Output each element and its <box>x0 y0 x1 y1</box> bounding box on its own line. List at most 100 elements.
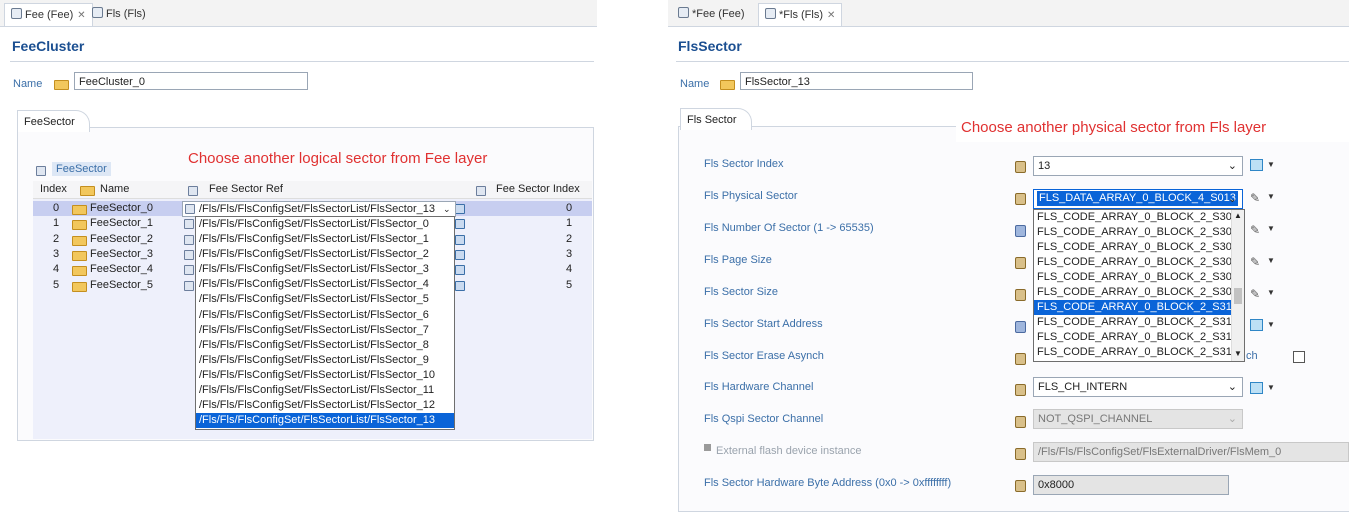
chevron-down-icon[interactable]: ▼ <box>1267 256 1275 265</box>
dropdown-option[interactable]: /Fls/Fls/FlsConfigSet/FlsSectorList/FlsS… <box>196 247 454 262</box>
field-label: Fls Physical Sector <box>704 190 798 202</box>
physical-sector-combo[interactable]: FLS_DATA_ARRAY_0_BLOCK_4_S013 ⌄ <box>1033 189 1243 209</box>
row-sector-index[interactable]: 1 <box>566 217 572 229</box>
row-sector-index[interactable]: 4 <box>566 263 572 275</box>
chevron-down-icon[interactable]: ⌄ <box>1228 190 1237 208</box>
field-label: Fls Number Of Sector (1 -> 65535) <box>704 222 874 234</box>
module-icon <box>765 8 776 19</box>
external-flash-value: /Fls/Fls/FlsConfigSet/FlsExternalDriver/… <box>1038 446 1282 458</box>
dropdown-option[interactable]: FLS_CODE_ARRAY_0_BLOCK_2_S312 <box>1034 330 1238 345</box>
byte-address-value: 0x8000 <box>1038 479 1075 491</box>
tab-fls[interactable]: Fls (Fls) <box>86 3 152 25</box>
reference-icon <box>184 219 194 230</box>
scroll-down-arrow[interactable]: ▼ <box>1234 349 1242 358</box>
chevron-down-icon[interactable]: ▼ <box>1267 160 1275 169</box>
dropdown-option[interactable]: /Fls/Fls/FlsConfigSet/FlsSectorList/FlsS… <box>196 338 454 353</box>
dropdown-option[interactable]: FLS_CODE_ARRAY_0_BLOCK_2_S304 <box>1034 210 1238 225</box>
number-edit-icon[interactable] <box>455 219 465 230</box>
row-name[interactable]: FeeSector_2 <box>90 233 153 245</box>
module-icon <box>678 7 689 18</box>
tab-fee[interactable]: Fee (Fee) ✕ <box>4 3 93 26</box>
row-name[interactable]: FeeSector_5 <box>90 279 153 291</box>
hardware-channel-combo[interactable]: FLS_CH_INTERN ⌄ <box>1033 377 1243 397</box>
chevron-down-icon[interactable]: ⌄ <box>1228 157 1237 175</box>
dropdown-option[interactable]: /Fls/Fls/FlsConfigSet/FlsSectorList/FlsS… <box>196 292 454 307</box>
byte-address-field[interactable]: 0x8000 <box>1033 475 1229 495</box>
erase-asynch-checkbox[interactable] <box>1293 351 1305 363</box>
dropdown-option[interactable]: FLS_CODE_ARRAY_0_BLOCK_2_S305 <box>1034 225 1238 240</box>
dropdown-option[interactable]: /Fls/Fls/FlsConfigSet/FlsSectorList/FlsS… <box>196 262 454 277</box>
dropdown-option[interactable]: /Fls/Fls/FlsConfigSet/FlsSectorList/FlsS… <box>196 353 454 368</box>
qspi-channel-combo: NOT_QSPI_CHANNEL ⌄ <box>1033 409 1243 429</box>
dropdown-option[interactable]: /Fls/Fls/FlsConfigSet/FlsSectorList/FlsS… <box>196 383 454 398</box>
chevron-down-icon[interactable]: ▼ <box>1267 288 1275 297</box>
field-type-icon <box>1015 289 1026 301</box>
chevron-down-icon[interactable]: ▼ <box>1267 192 1275 201</box>
row-name[interactable]: FeeSector_4 <box>90 263 153 275</box>
number-edit-icon[interactable] <box>455 204 465 214</box>
group-tab-feesector[interactable]: FeeSector <box>17 110 90 132</box>
dropdown-option[interactable]: /Fls/Fls/FlsConfigSet/FlsSectorList/FlsS… <box>196 398 454 413</box>
col-name-header[interactable]: Name <box>100 183 129 195</box>
number-edit-icon[interactable] <box>455 249 465 260</box>
dropdown-option[interactable]: FLS_CODE_ARRAY_0_BLOCK_2_S311 <box>1034 315 1237 330</box>
row-sector-index[interactable]: 2 <box>566 233 572 245</box>
row-name[interactable]: FeeSector_0 <box>90 202 153 214</box>
dropdown-option[interactable]: /Fls/Fls/FlsConfigSet/FlsSectorList/FlsS… <box>196 323 454 338</box>
calc-grid-icon[interactable] <box>1250 382 1263 394</box>
dropdown-option[interactable]: /Fls/Fls/FlsConfigSet/FlsSectorList/FlsS… <box>196 368 454 383</box>
dropdown-option[interactable]: FLS_CODE_ARRAY_0_BLOCK_2_S307 <box>1034 255 1238 270</box>
number-edit-icon[interactable] <box>455 234 465 245</box>
field-label: External flash device instance <box>716 445 862 457</box>
sector-index-combo[interactable]: 13 ⌄ <box>1033 156 1243 176</box>
row-sector-index[interactable]: 3 <box>566 248 572 260</box>
dropdown-option[interactable]: /Fls/Fls/FlsConfigSet/FlsSectorList/FlsS… <box>196 413 454 429</box>
tab-fee[interactable]: *Fee (Fee) <box>672 3 751 25</box>
group-tab-fls-sector[interactable]: Fls Sector <box>680 108 752 130</box>
dropdown-option[interactable]: /Fls/Fls/FlsConfigSet/FlsSectorList/FlsS… <box>196 277 454 292</box>
module-icon <box>92 7 103 18</box>
chevron-down-icon[interactable]: ▼ <box>1267 383 1275 392</box>
tab-fls[interactable]: *Fls (Fls) ✕ <box>758 3 843 26</box>
name-input[interactable]: FlsSector_13 <box>740 72 973 90</box>
dropdown-scrollbar[interactable]: ▲ ▼ <box>1231 210 1244 361</box>
dropdown-option[interactable]: /Fls/Fls/FlsConfigSet/FlsSectorList/FlsS… <box>196 308 454 323</box>
col-index2-header[interactable]: Fee Sector Index <box>496 183 580 195</box>
edit-pencil-icon[interactable]: ✎ <box>1250 223 1260 237</box>
col-index-header[interactable]: Index <box>40 183 67 195</box>
field-label: Fls Sector Size <box>704 286 778 298</box>
close-icon[interactable]: ✕ <box>827 10 835 21</box>
dropdown-option[interactable]: FLS_CODE_ARRAY_0_BLOCK_2_S309 <box>1034 285 1238 300</box>
number-edit-icon[interactable] <box>455 280 465 291</box>
row-name[interactable]: FeeSector_3 <box>90 248 153 260</box>
row-sector-index[interactable]: 0 <box>566 202 572 214</box>
field-label: Fls Sector Hardware Byte Address (0x0 ->… <box>704 477 952 489</box>
number-edit-icon[interactable] <box>455 265 465 276</box>
edit-pencil-icon[interactable]: ✎ <box>1250 255 1260 269</box>
scroll-up-arrow[interactable]: ▲ <box>1234 211 1242 220</box>
dropdown-option[interactable]: /Fls/Fls/FlsConfigSet/FlsSectorList/FlsS… <box>196 217 454 232</box>
field-label: Fls Sector Start Address <box>704 318 823 330</box>
chevron-down-icon[interactable]: ⌄ <box>1228 378 1237 396</box>
close-icon[interactable]: ✕ <box>77 10 85 21</box>
folder-icon <box>72 235 87 246</box>
chevron-down-icon[interactable]: ⌄ <box>443 202 451 216</box>
chevron-down-icon[interactable]: ▼ <box>1267 320 1275 329</box>
row-sector-index[interactable]: 5 <box>566 279 572 291</box>
fee-sector-ref-combo[interactable]: /Fls/Fls/FlsConfigSet/FlsSectorList/FlsS… <box>182 201 456 217</box>
tab-fls-label: *Fls (Fls) <box>779 9 823 21</box>
calc-grid-icon[interactable] <box>1250 319 1263 331</box>
dropdown-option[interactable]: FLS_CODE_ARRAY_0_BLOCK_2_S310 <box>1034 300 1238 315</box>
row-name[interactable]: FeeSector_1 <box>90 217 153 229</box>
scroll-thumb[interactable] <box>1234 288 1242 304</box>
edit-pencil-icon[interactable]: ✎ <box>1250 287 1260 301</box>
dropdown-option[interactable]: FLS_CODE_ARRAY_0_BLOCK_2_S306 <box>1034 240 1238 255</box>
dropdown-option[interactable]: FLS_CODE_ARRAY_0_BLOCK_2_S308 <box>1034 270 1238 285</box>
calc-grid-icon[interactable] <box>1250 159 1263 171</box>
name-input[interactable]: FeeCluster_0 <box>74 72 308 90</box>
col-ref-header[interactable]: Fee Sector Ref <box>209 183 283 195</box>
chevron-down-icon[interactable]: ▼ <box>1267 224 1275 233</box>
dropdown-option[interactable]: /Fls/Fls/FlsConfigSet/FlsSectorList/FlsS… <box>196 232 454 247</box>
edit-pencil-icon[interactable]: ✎ <box>1250 191 1260 205</box>
dropdown-option[interactable]: FLS_CODE_ARRAY_0_BLOCK_2_S313 <box>1034 345 1238 360</box>
